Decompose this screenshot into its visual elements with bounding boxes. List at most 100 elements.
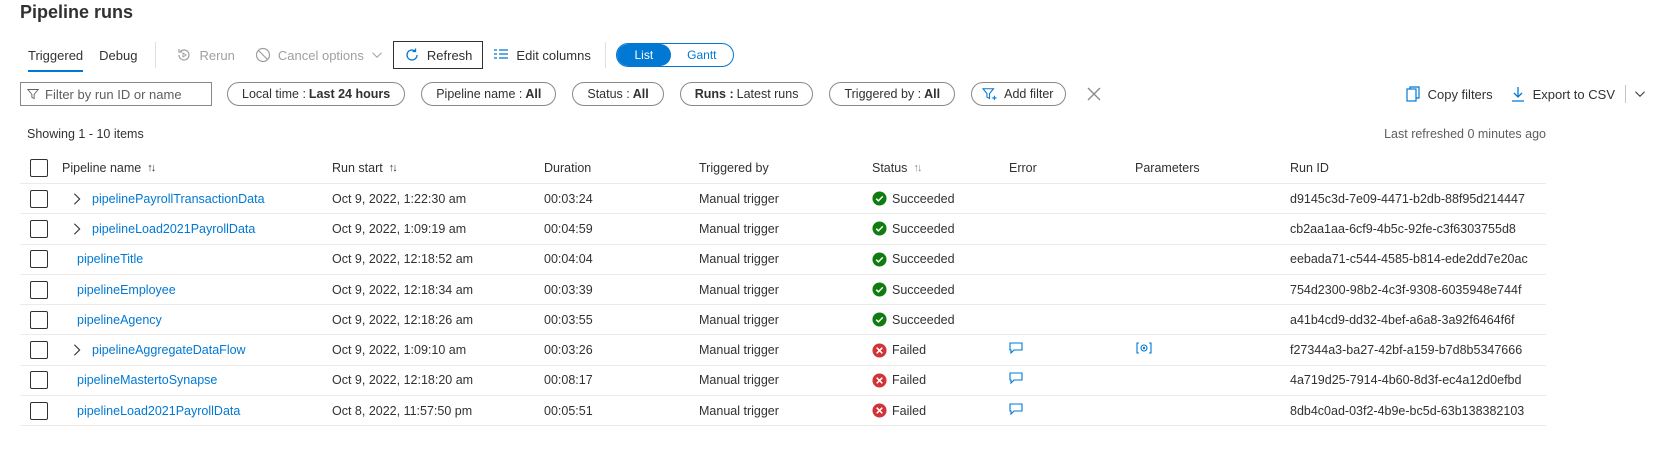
status-filter-value: All	[632, 87, 649, 101]
status-cell: Succeeded	[872, 245, 955, 274]
col-pipeline-name[interactable]: Pipeline name ↑↓	[62, 152, 156, 183]
col-status[interactable]: Status ↑↓	[872, 152, 922, 183]
status-text: Succeeded	[892, 282, 955, 297]
col-run-id[interactable]: Run ID	[1290, 152, 1329, 183]
table-row[interactable]: pipelineAgency Oct 9, 2022, 12:18:26 am 00…	[20, 305, 1546, 336]
error-cell	[1009, 396, 1023, 425]
cancel-options-button[interactable]: Cancel options	[245, 41, 393, 69]
col-pipeline-name-label: Pipeline name	[62, 160, 142, 175]
pipeline-name-filter[interactable]: Pipeline name : All	[421, 82, 557, 106]
col-triggered-by[interactable]: Triggered by	[699, 152, 769, 183]
pipeline-name-link[interactable]: pipelineAggregateDataFlow	[92, 343, 246, 357]
row-select-cell	[30, 366, 48, 395]
duration-cell: 00:03:24	[544, 191, 593, 206]
run-id-cell: a41b4cd9-dd32-4bef-a6a8-3a92f6464f6f	[1290, 312, 1515, 327]
run-start-cell: Oct 9, 2022, 1:09:10 am	[332, 343, 467, 358]
row-checkbox[interactable]	[30, 371, 48, 390]
triggered-by-filter-label: Triggered by :	[844, 87, 922, 101]
row-select-cell	[30, 335, 48, 364]
run-start-cell: Oct 9, 2022, 12:18:34 am	[332, 282, 474, 297]
col-run-start[interactable]: Run start ↑↓	[332, 152, 398, 183]
run-id-cell: 4a719d25-7914-4b60-8d3f-ec4a12d0efbd	[1290, 373, 1522, 388]
pipeline-name-link[interactable]: pipelineTitle	[77, 252, 143, 266]
table-row[interactable]: pipelineEmployee Oct 9, 2022, 12:18:34 am…	[20, 275, 1546, 306]
status-filter[interactable]: Status : All	[572, 82, 664, 106]
col-error[interactable]: Error	[1009, 152, 1037, 183]
runs-filter[interactable]: Runs : Latest runs	[679, 82, 814, 106]
row-checkbox[interactable]	[30, 401, 48, 420]
edit-columns-button[interactable]: Edit columns	[483, 41, 600, 69]
page-title: Pipeline runs	[20, 2, 134, 22]
run-id-cell: 8db4c0ad-03f2-4b9e-bc5d-63b138382103	[1290, 403, 1525, 418]
local-time-filter-value: Last 24 hours	[308, 87, 391, 101]
triggered-by-filter[interactable]: Triggered by : All	[829, 82, 956, 106]
row-checkbox[interactable]	[30, 280, 48, 299]
pipeline-name-link[interactable]: pipelinePayrollTransactionData	[92, 192, 265, 206]
export-csv-label: Export to CSV	[1532, 86, 1615, 102]
refresh-label: Refresh	[426, 47, 473, 63]
error-message-icon[interactable]	[1009, 403, 1023, 415]
col-duration[interactable]: Duration	[544, 152, 591, 183]
triggered-by-cell: Manual trigger	[699, 343, 779, 358]
run-start-cell: Oct 8, 2022, 11:57:50 pm	[332, 403, 473, 418]
row-select-cell	[30, 214, 48, 243]
run-start-cell: Oct 9, 2022, 1:22:30 am	[332, 191, 467, 206]
table-row[interactable]: pipelineAggregateDataFlow Oct 9, 2022, 1:…	[20, 335, 1546, 366]
pipeline-name-link[interactable]: pipelineLoad2021PayrollData	[77, 404, 240, 418]
clear-filters-icon[interactable]	[1086, 86, 1102, 102]
success-icon	[872, 252, 887, 267]
toolbar-divider	[155, 42, 157, 68]
chevron-down-icon[interactable]	[1634, 88, 1646, 100]
pipeline-name-link[interactable]: pipelineAgency	[77, 313, 162, 327]
table-row[interactable]: pipelineMastertoSynapse Oct 9, 2022, 12:1…	[20, 366, 1546, 397]
row-checkbox[interactable]	[30, 219, 48, 238]
run-id-cell: 754d2300-98b2-4c3f-9308-6035948e744f	[1290, 282, 1522, 297]
pipeline-name-link[interactable]: pipelineEmployee	[77, 283, 176, 297]
pipeline-name-link[interactable]: pipelineLoad2021PayrollData	[92, 222, 255, 236]
tab-debug[interactable]: Debug	[91, 38, 145, 72]
triggered-by-cell: Manual trigger	[699, 282, 779, 297]
duration-cell: 00:03:26	[544, 343, 593, 358]
runs-filter-value: Latest runs	[736, 87, 799, 101]
toolbar-divider	[604, 42, 606, 68]
col-parameters[interactable]: Parameters	[1135, 152, 1200, 183]
table-row[interactable]: pipelineLoad2021PayrollData Oct 8, 2022, …	[20, 396, 1546, 427]
error-cell	[1009, 366, 1023, 395]
error-message-icon[interactable]	[1009, 342, 1023, 355]
local-time-filter[interactable]: Local time : Last 24 hours	[227, 82, 406, 106]
run-start-cell: Oct 9, 2022, 1:09:19 am	[332, 221, 467, 236]
copy-filters-button[interactable]: Copy filters	[1405, 86, 1493, 102]
toolbar: Triggered Debug Rerun Cancel options Ref…	[20, 38, 734, 72]
chevron-right-icon[interactable]	[70, 343, 84, 357]
error-message-icon[interactable]	[1009, 372, 1023, 385]
search-input[interactable]	[45, 86, 205, 102]
pipeline-name-link[interactable]: pipelineMastertoSynapse	[77, 373, 217, 387]
row-checkbox[interactable]	[30, 250, 48, 269]
row-checkbox[interactable]	[30, 341, 48, 360]
table-row[interactable]: pipelineLoad2021PayrollData Oct 9, 2022, …	[20, 214, 1546, 245]
item-count: Showing 1 - 10 items	[27, 127, 144, 141]
export-csv-button[interactable]: Export to CSV	[1511, 86, 1615, 102]
download-icon	[1511, 87, 1524, 102]
tab-triggered[interactable]: Triggered	[20, 38, 91, 72]
select-all-checkbox[interactable]	[30, 158, 48, 177]
success-icon	[872, 282, 887, 297]
row-checkbox[interactable]	[30, 189, 48, 208]
rerun-button[interactable]: Rerun	[166, 41, 244, 69]
row-select-cell	[30, 396, 48, 425]
rerun-icon	[178, 49, 191, 61]
view-gantt-option[interactable]: Gantt	[671, 44, 733, 66]
status-cell: Succeeded	[872, 305, 955, 334]
chevron-right-icon[interactable]	[70, 192, 84, 206]
table-row[interactable]: pipelineTitle Oct 9, 2022, 12:18:52 am 00:…	[20, 245, 1546, 275]
refresh-button[interactable]: Refresh	[392, 41, 484, 69]
parameters-icon[interactable]	[1135, 342, 1153, 354]
chevron-right-icon[interactable]	[70, 222, 84, 236]
status-text: Succeeded	[892, 312, 955, 327]
add-filter-button[interactable]: Add filter	[971, 82, 1067, 106]
triggered-by-cell: Manual trigger	[699, 403, 779, 418]
table-row[interactable]: pipelinePayrollTransactionData Oct 9, 202…	[20, 184, 1546, 215]
view-list-option[interactable]: List	[616, 44, 671, 66]
pipeline-name-cell: pipelineEmployee	[74, 275, 176, 304]
row-checkbox[interactable]	[30, 310, 48, 329]
